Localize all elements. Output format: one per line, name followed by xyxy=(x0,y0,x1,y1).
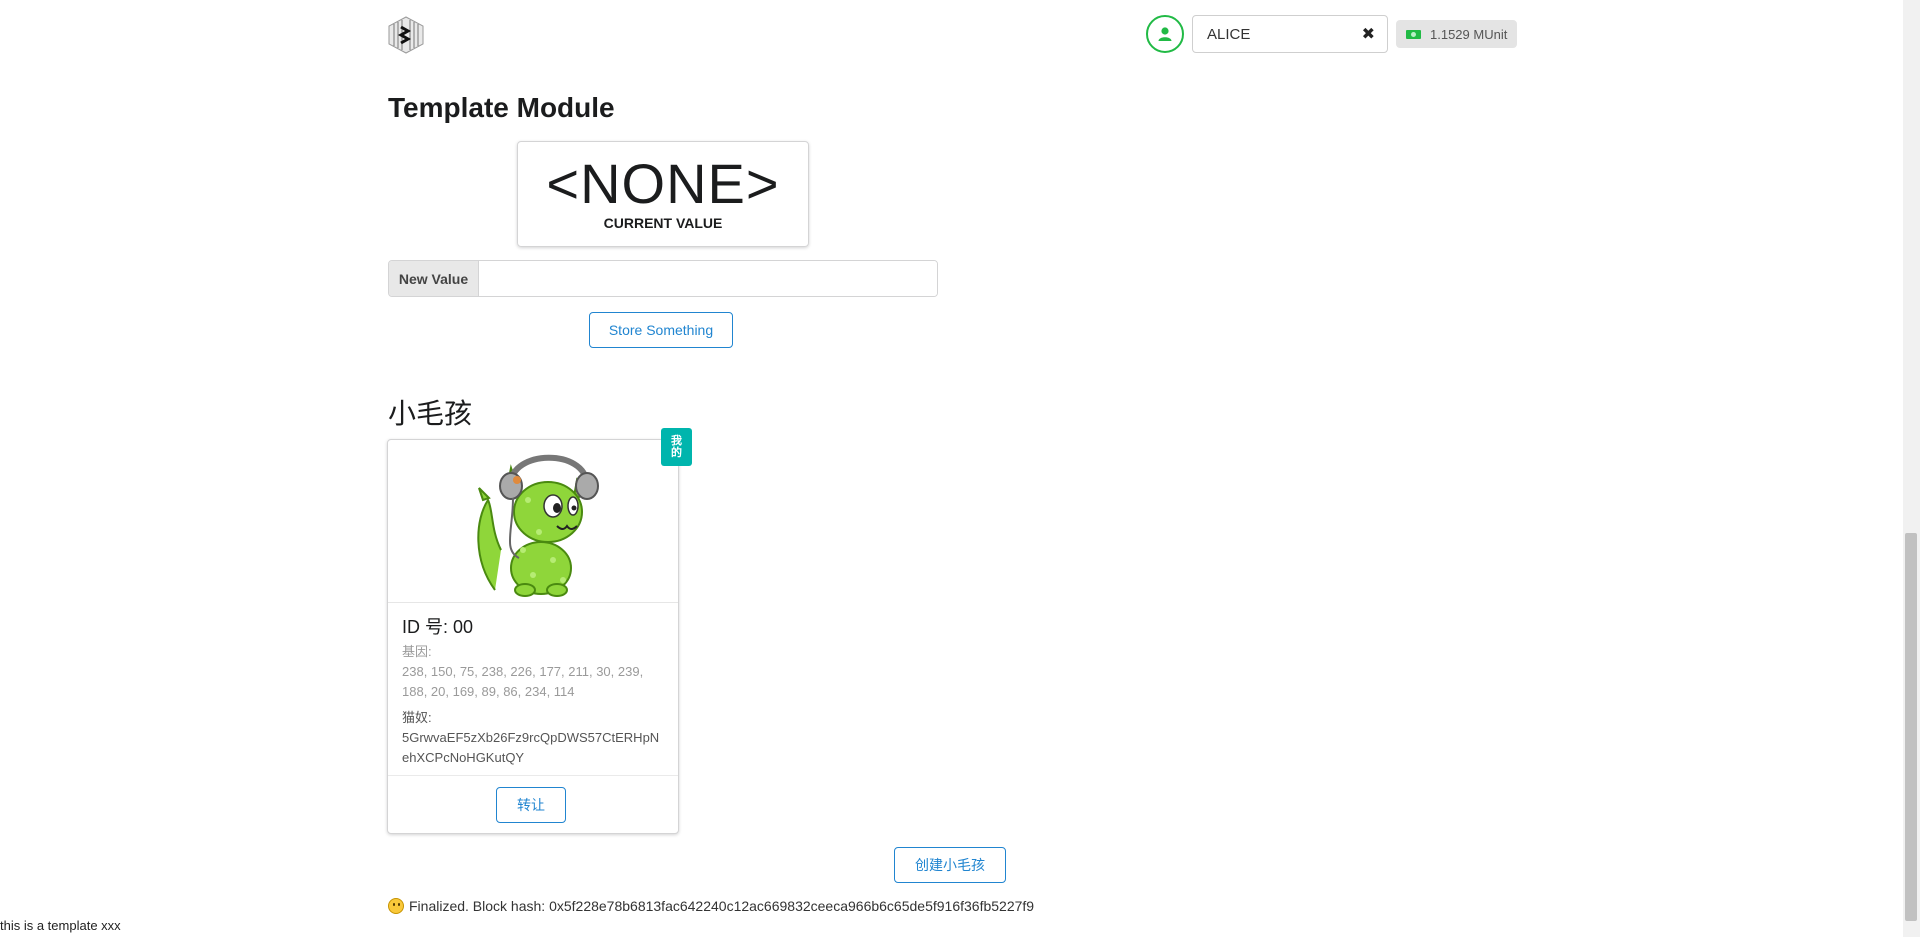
user-icon[interactable] xyxy=(1146,15,1184,53)
kitty-content: ID 号: 00 基因: 238, 150, 75, 238, 226, 177… xyxy=(388,603,678,768)
kitty-owner-address: 5GrwvaEF5zXb26Fz9rcQpDWS57CtERHpNehXCPcN… xyxy=(402,730,660,765)
template-module-title: Template Module xyxy=(388,92,615,123)
mine-ribbon-char: 的 xyxy=(671,447,682,459)
page: ALICE ✖ 1.1529 MUnit Template Module <NO… xyxy=(0,0,1920,937)
tx-status: Finalized. Block hash: 0x5f228e78b6813fa… xyxy=(388,898,1034,914)
balance-label: 1.1529 MUnit xyxy=(1396,20,1518,48)
kitty-id: ID 号: 00 xyxy=(402,617,474,637)
kitty-card: ID 号: 00 基因: 238, 150, 75, 238, 226, 177… xyxy=(387,439,679,834)
kitty-card-actions: 转让 xyxy=(388,775,678,833)
footer-text: this is a template xxx xyxy=(0,918,121,933)
kitty-image xyxy=(388,440,678,603)
account-bar: ALICE ✖ 1.1529 MUnit xyxy=(1146,14,1518,54)
money-icon xyxy=(1406,29,1421,39)
current-value: <NONE> xyxy=(546,152,780,215)
new-value-label: New Value xyxy=(389,261,479,296)
new-value-input-group: New Value xyxy=(388,260,938,297)
create-kitty-button[interactable]: 创建小毛孩 xyxy=(894,847,1006,883)
mine-ribbon: 我 的 xyxy=(661,428,692,466)
balance-value: 1.1529 MUnit xyxy=(1430,26,1508,42)
account-selected-value: ALICE xyxy=(1207,25,1251,43)
current-value-label: CURRENT VALUE xyxy=(603,215,723,231)
kitty-owner-label: 猫奴: xyxy=(402,710,432,725)
kitties-title: 小毛孩 xyxy=(388,398,473,429)
store-something-button[interactable]: Store Something xyxy=(589,312,733,348)
smile-emoji-icon xyxy=(388,898,404,914)
new-value-input[interactable] xyxy=(479,261,937,296)
tx-status-text: Finalized. Block hash: 0x5f228e78b6813fa… xyxy=(409,898,1035,914)
current-value-statistic: <NONE> CURRENT VALUE xyxy=(517,141,809,247)
scrollbar-thumb[interactable] xyxy=(1905,533,1917,921)
kitty-dna: 238, 150, 75, 238, 226, 177, 211, 30, 23… xyxy=(402,664,644,699)
kitty-dna-label: 基因: xyxy=(402,644,432,659)
close-icon[interactable]: ✖ xyxy=(1362,24,1375,44)
account-dropdown[interactable]: ALICE ✖ xyxy=(1192,15,1388,53)
mine-ribbon-char: 我 xyxy=(671,435,682,447)
substrate-logo-icon[interactable] xyxy=(388,16,424,54)
transfer-button[interactable]: 转让 xyxy=(496,787,566,823)
